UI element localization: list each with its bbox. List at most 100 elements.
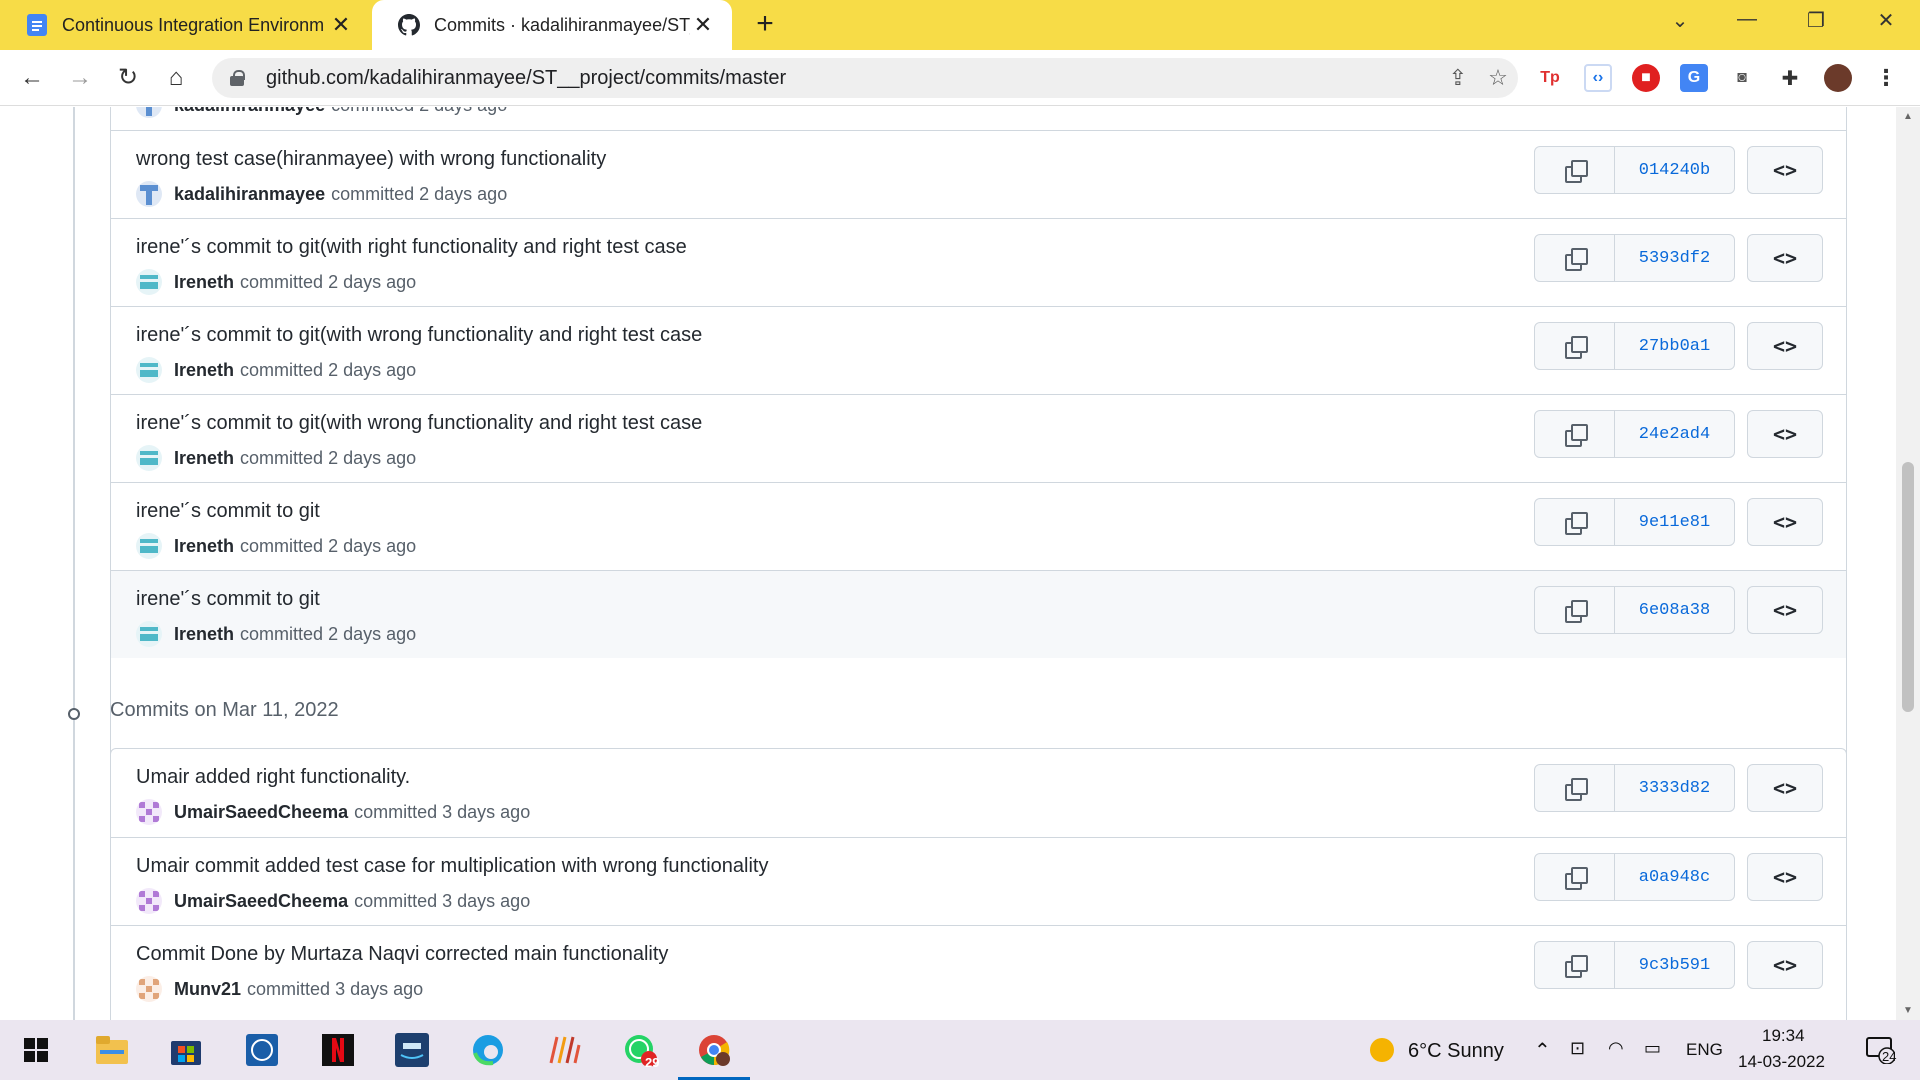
lock-icon[interactable] <box>230 70 245 86</box>
commit-author[interactable]: Munv21 <box>174 979 241 1000</box>
tab-continuous-integration[interactable]: Continuous Integration Environm ✕ <box>0 0 370 50</box>
reload-icon[interactable]: ↻ <box>112 62 144 94</box>
avatar[interactable] <box>136 533 162 559</box>
commit-row[interactable]: irene'´s commit to git(with right functi… <box>111 218 1846 306</box>
avatar[interactable] <box>136 888 162 914</box>
commit-sha-link[interactable]: 3333d82 <box>1615 765 1734 811</box>
new-tab-button[interactable]: + <box>748 8 782 42</box>
extension-shield-icon[interactable]: ■ <box>1632 64 1660 92</box>
tab-commits[interactable]: Commits · kadalihiranmayee/ST_ ✕ <box>372 0 732 50</box>
dell-app-icon[interactable] <box>242 1030 282 1070</box>
language-indicator[interactable]: ENG <box>1686 1040 1723 1060</box>
avatar[interactable] <box>136 269 162 295</box>
extension-tp-icon[interactable]: Tp <box>1536 64 1564 92</box>
commit-author[interactable]: UmairSaeedCheema <box>174 802 348 823</box>
profile-avatar[interactable] <box>1824 64 1852 92</box>
chrome-browser-icon[interactable] <box>678 1030 750 1080</box>
commit-author[interactable]: Ireneth <box>174 272 234 293</box>
tab-search-icon[interactable]: ⌄ <box>1660 8 1700 33</box>
extension-code-icon[interactable]: ‹› <box>1584 64 1612 92</box>
copy-sha-button[interactable] <box>1535 235 1615 281</box>
microsoft-store-icon[interactable] <box>166 1030 206 1070</box>
avatar[interactable] <box>136 976 162 1002</box>
commit-sha-link[interactable]: 6e08a38 <box>1615 587 1734 633</box>
commit-author[interactable]: Ireneth <box>174 536 234 557</box>
commit-sha-link[interactable]: 9e11e81 <box>1615 499 1734 545</box>
browse-repo-button[interactable]: <> <box>1747 146 1823 194</box>
share-icon[interactable]: ⇪ <box>1438 65 1478 91</box>
copy-sha-button[interactable] <box>1535 942 1615 988</box>
address-bar[interactable]: github.com/kadalihiranmayee/ST__project/… <box>212 58 1518 98</box>
commit-author[interactable]: Ireneth <box>174 624 234 645</box>
commit-sha-link[interactable]: 9c3b591 <box>1615 942 1734 988</box>
file-explorer-icon[interactable] <box>92 1030 132 1070</box>
clock-date[interactable]: 14-03-2022 <box>1738 1052 1825 1072</box>
browse-repo-button[interactable]: <> <box>1747 586 1823 634</box>
bookmark-star-icon[interactable]: ☆ <box>1478 65 1518 91</box>
commit-author[interactable]: kadalihiranmayee <box>174 184 325 205</box>
copy-sha-button[interactable] <box>1535 499 1615 545</box>
commit-sha-link[interactable]: 24e2ad4 <box>1615 411 1734 457</box>
commit-author[interactable]: Ireneth <box>174 448 234 469</box>
commit-row[interactable]: Umair commit added test case for multipl… <box>111 837 1846 925</box>
netflix-icon[interactable] <box>318 1030 358 1070</box>
browse-repo-button[interactable]: <> <box>1747 764 1823 812</box>
commit-row[interactable]: Commit Done by Murtaza Naqvi corrected m… <box>111 925 1846 1013</box>
prime-video-icon[interactable] <box>392 1030 432 1070</box>
close-window-icon[interactable]: ✕ <box>1866 8 1906 33</box>
copy-sha-button[interactable] <box>1535 323 1615 369</box>
copy-sha-button[interactable] <box>1535 765 1615 811</box>
windows-start-icon[interactable] <box>16 1030 56 1070</box>
paint-app-icon[interactable] <box>544 1030 584 1070</box>
notification-center-icon[interactable]: 24 <box>1860 1030 1900 1070</box>
clock-time[interactable]: 19:34 <box>1762 1026 1805 1046</box>
commit-sha-link[interactable]: 27bb0a1 <box>1615 323 1734 369</box>
avatar[interactable] <box>136 621 162 647</box>
commit-author[interactable]: Ireneth <box>174 360 234 381</box>
minimize-icon[interactable]: — <box>1727 8 1767 31</box>
forward-arrow-icon[interactable]: → <box>64 62 96 94</box>
home-icon[interactable]: ⌂ <box>160 62 192 94</box>
scroll-down-arrow-icon[interactable]: ▼ <box>1896 1005 1920 1016</box>
copy-sha-button[interactable] <box>1535 854 1615 900</box>
close-tab-icon[interactable]: ✕ <box>690 12 716 38</box>
back-arrow-icon[interactable]: ← <box>16 62 48 94</box>
commit-row[interactable]: irene'´s commit to git Ireneth committed… <box>111 570 1846 658</box>
copy-sha-button[interactable] <box>1535 411 1615 457</box>
commit-message[interactable]: Umair added right functionality. <box>136 766 410 789</box>
commit-message[interactable]: irene'´s commit to git(with wrong functi… <box>136 324 702 347</box>
commit-message[interactable]: Commit Done by Murtaza Naqvi corrected m… <box>136 943 668 966</box>
weather-sun-icon[interactable] <box>1362 1030 1402 1070</box>
wifi-icon[interactable]: ◠ <box>1608 1038 1624 1059</box>
commit-sha-link[interactable]: 014240b <box>1615 147 1734 193</box>
avatar[interactable] <box>136 445 162 471</box>
weather-text[interactable]: 6°C Sunny <box>1408 1040 1504 1063</box>
commit-message[interactable]: irene'´s commit to git <box>136 500 320 523</box>
browse-repo-button[interactable]: <> <box>1747 410 1823 458</box>
browser-menu-icon[interactable]: ⋮ <box>1872 64 1900 92</box>
battery-icon[interactable]: ▭ <box>1644 1038 1661 1059</box>
scrollbar-thumb[interactable] <box>1902 462 1914 712</box>
edge-browser-icon[interactable] <box>468 1030 508 1070</box>
copy-sha-button[interactable] <box>1535 147 1615 193</box>
page-scrollbar[interactable]: ▲ ▼ <box>1896 107 1920 1020</box>
avatar[interactable] <box>136 181 162 207</box>
browse-repo-button[interactable]: <> <box>1747 322 1823 370</box>
commit-row[interactable]: irene'´s commit to git(with wrong functi… <box>111 394 1846 482</box>
close-tab-icon[interactable]: ✕ <box>328 12 354 38</box>
commit-row[interactable]: kadalihiranmayee committed 2 days ago <box>111 107 1846 130</box>
commit-row[interactable]: irene'´s commit to git Ireneth committed… <box>111 482 1846 570</box>
commit-message[interactable]: irene'´s commit to git(with right functi… <box>136 236 687 259</box>
avatar[interactable] <box>136 357 162 383</box>
commit-sha-link[interactable]: a0a948c <box>1615 854 1734 900</box>
scroll-up-arrow-icon[interactable]: ▲ <box>1896 111 1920 122</box>
whatsapp-icon[interactable]: 29 <box>620 1030 660 1070</box>
avatar[interactable] <box>136 799 162 825</box>
commit-message[interactable]: irene'´s commit to git(with wrong functi… <box>136 412 702 435</box>
commit-row[interactable]: wrong test case(hiranmayee) with wrong f… <box>111 130 1846 218</box>
commit-row[interactable]: Umair added right functionality. UmairSa… <box>111 749 1846 837</box>
tray-chevron-up-icon[interactable]: ⌃ <box>1534 1038 1551 1063</box>
extensions-puzzle-icon[interactable]: ✚ <box>1776 64 1804 92</box>
commit-message[interactable]: wrong test case(hiranmayee) with wrong f… <box>136 148 606 171</box>
commit-row[interactable]: irene'´s commit to git(with wrong functi… <box>111 306 1846 394</box>
